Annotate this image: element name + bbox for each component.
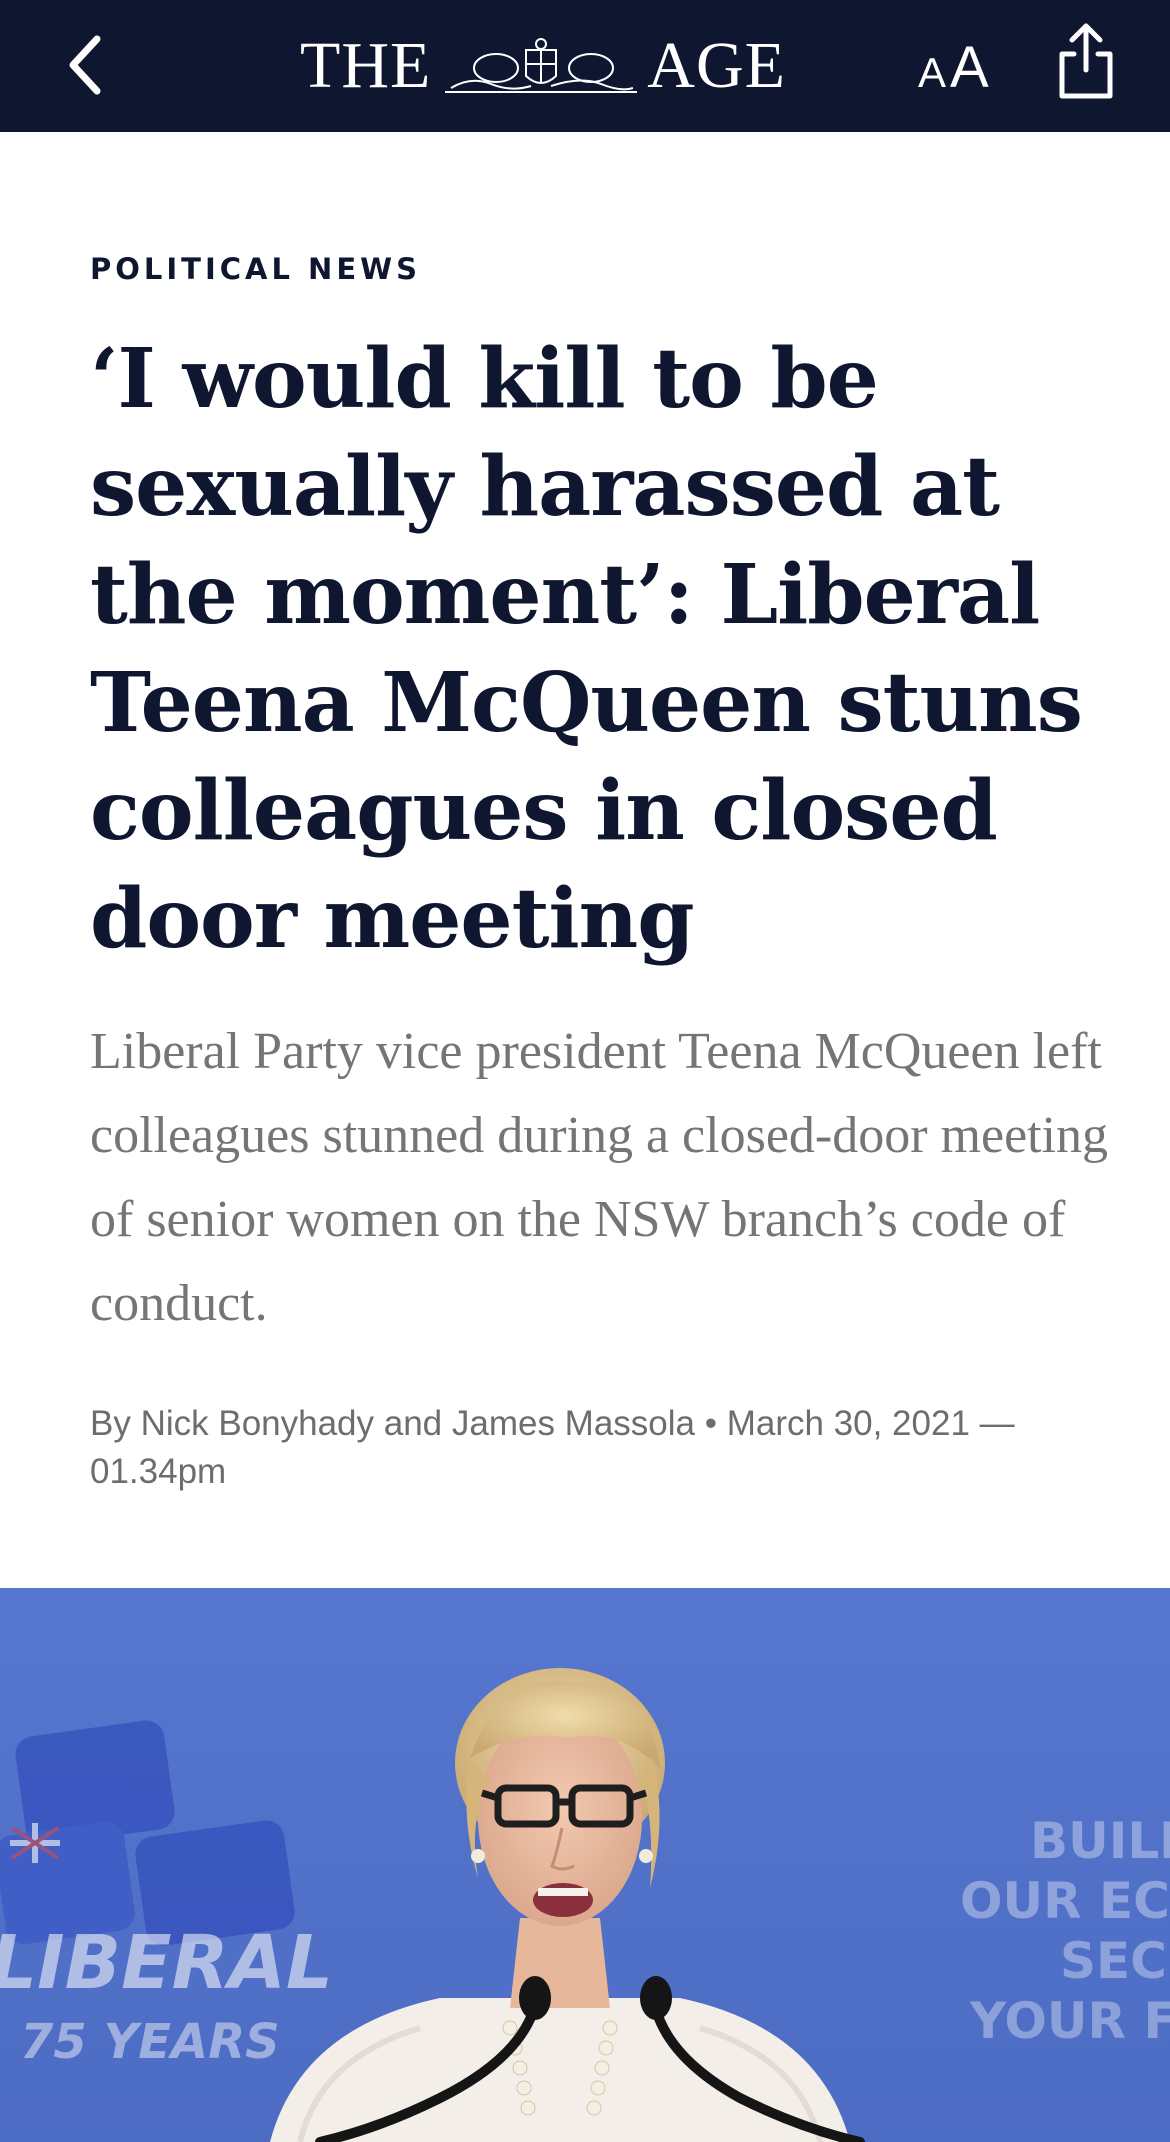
top-nav-bar: THE AGE A A [0,0,1170,132]
article-byline: By Nick Bonyhady and James Massola • Mar… [90,1404,1015,1491]
article-headline: ‘I would kill to be sexually harassed at… [90,331,1083,967]
text-size-large-glyph: A [950,35,989,100]
backdrop-text-our-eco: OUR ECO [960,1872,1170,1930]
logo-text-age: AGE [647,29,786,102]
logo-text-the: THE [300,29,432,102]
hero-image: LIBERAL 75 YEARS BUILD OUR ECO SECURE YO… [0,1588,1170,2142]
text-size-small-glyph: A [918,49,947,96]
back-button[interactable] [50,30,120,100]
share-icon [1059,23,1113,99]
section-kicker[interactable]: POLITICAL NEWS [90,252,421,286]
share-button[interactable] [1054,20,1118,104]
backdrop-text-liberal: LIBERAL [0,1920,333,2006]
backdrop-text-secure: SECURE [1060,1932,1170,1990]
backdrop-text-75-years: 75 YEARS [20,2014,280,2070]
the-age-logo[interactable]: THE AGE [300,28,786,104]
backdrop-text-your-fu: YOUR FU [969,1992,1170,2050]
hero-photo-illustration: LIBERAL 75 YEARS BUILD OUR ECO SECURE YO… [0,1588,1170,2142]
chevron-left-icon [69,35,101,95]
article-standfirst: Liberal Party vice president Teena McQue… [90,1023,1109,1332]
text-size-button[interactable]: A A [918,34,989,100]
backdrop-text-build: BUILD [1030,1812,1170,1870]
coat-of-arms-icon [445,38,638,93]
